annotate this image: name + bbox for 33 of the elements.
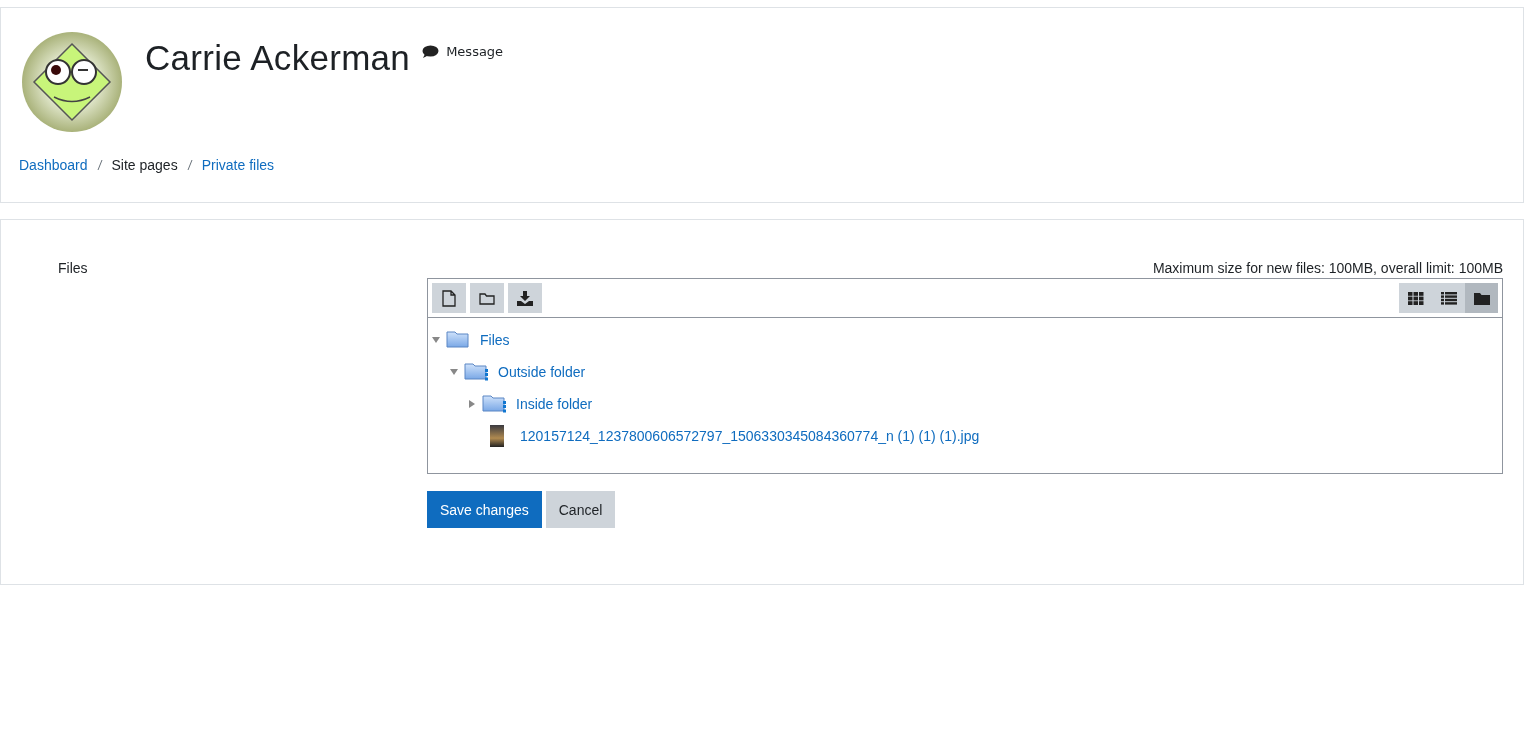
file-icon	[442, 289, 456, 307]
folder-icon	[446, 329, 470, 351]
folder-link[interactable]: Files	[480, 332, 510, 348]
folder-icon	[479, 291, 495, 305]
download-icon	[517, 290, 533, 306]
save-button[interactable]: Save changes	[427, 491, 542, 528]
collapse-triangle-icon[interactable]	[450, 368, 458, 376]
image-thumbnail	[490, 425, 504, 447]
download-button[interactable]	[508, 283, 542, 313]
breadcrumb-separator	[96, 159, 103, 171]
breadcrumb-item: Site pages	[111, 157, 178, 173]
folder-icon	[464, 361, 488, 383]
add-file-button[interactable]	[432, 283, 466, 313]
field-label: Files	[57, 260, 89, 278]
tree-view-button[interactable]	[1465, 283, 1498, 313]
folder-icon	[1473, 291, 1490, 305]
speech-bubble-icon	[422, 44, 440, 59]
folder-icon	[482, 393, 506, 415]
collapse-triangle-icon[interactable]	[432, 336, 440, 344]
user-name: Carrie Ackerman	[145, 38, 411, 78]
breadcrumb-separator	[186, 159, 193, 171]
size-limit-text: Maximum size for new files: 100MB, overall limit: 100MB	[1151, 260, 1503, 276]
folder-link[interactable]: Outside folder	[498, 364, 586, 380]
message-link[interactable]: Message	[422, 44, 504, 59]
folder-link[interactable]: Inside folder	[516, 396, 593, 412]
cancel-button[interactable]: Cancel	[545, 491, 616, 528]
expand-triangle-icon[interactable]	[468, 400, 476, 408]
create-folder-button[interactable]	[470, 283, 504, 313]
list-icon	[1440, 291, 1457, 305]
breadcrumb-link[interactable]: Private files	[201, 157, 275, 173]
breadcrumb-link[interactable]: Dashboard	[19, 157, 88, 173]
grid-icon	[1407, 291, 1424, 305]
file-link[interactable]: 120157124_1237800606572797_1506330345084360774_n (1) (1) (1).jpg	[520, 428, 980, 444]
